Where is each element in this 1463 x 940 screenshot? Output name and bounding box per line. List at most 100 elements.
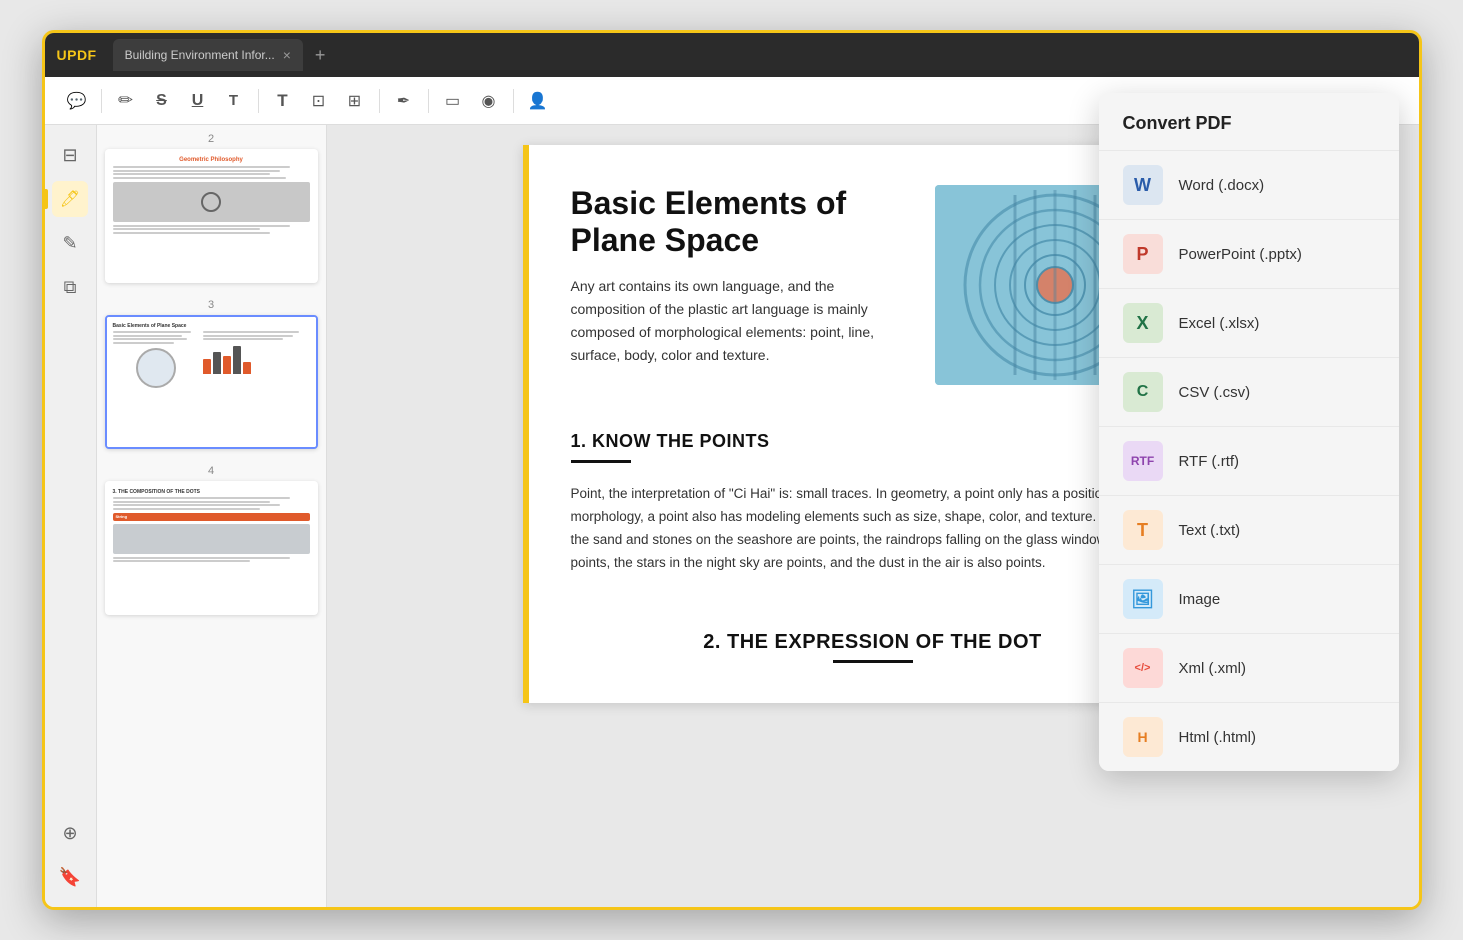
edit-icon: ✎	[62, 233, 77, 254]
draw-button[interactable]: ✒	[388, 85, 420, 117]
convert-panel-title: Convert PDF	[1099, 93, 1399, 150]
thumbnail-page-2-label: 2	[105, 133, 318, 145]
thumb2-lines2	[113, 225, 310, 234]
convert-image-label: Image	[1179, 591, 1221, 608]
convert-word-button[interactable]: W Word (.docx)	[1099, 150, 1399, 219]
csv-icon: C	[1123, 372, 1163, 412]
bookmark-sidebar-button[interactable]: 🔖	[52, 859, 88, 895]
convert-xml-button[interactable]: </> Xml (.xml)	[1099, 633, 1399, 702]
toolbar-separator-2	[258, 89, 259, 113]
thumbnail-page-3-label: 3	[105, 299, 318, 311]
user-button[interactable]: 👤	[522, 85, 554, 117]
convert-csv-label: CSV (.csv)	[1179, 384, 1251, 401]
pdf-page-content: Basic Elements of Plane Space Any art co…	[571, 185, 1175, 663]
toolbar-separator-3	[379, 89, 380, 113]
copy-icon: ⧉	[64, 277, 77, 298]
edit-sidebar-button[interactable]: ✎	[52, 225, 88, 261]
active-indicator	[45, 189, 49, 209]
html-icon: H	[1123, 717, 1163, 757]
bold-text-button[interactable]: T	[267, 85, 299, 117]
active-tab[interactable]: Building Environment Infor... ×	[113, 39, 303, 71]
convert-image-button[interactable]: 🖼 Image	[1099, 564, 1399, 633]
pdf-intro: Any art contains its own language, and t…	[571, 275, 911, 367]
highlight-sidebar-button[interactable]: 🖊	[52, 181, 88, 217]
thumbnail-page-4-frame: 3. THE COMPOSITION OF THE DOTS String	[105, 481, 318, 615]
convert-text-label: Text (.txt)	[1179, 522, 1241, 539]
pencil-button[interactable]: ✏	[110, 85, 142, 117]
rtf-icon: RTF	[1123, 441, 1163, 481]
color-picker-button[interactable]: ◉	[473, 85, 505, 117]
excel-icon: X	[1123, 303, 1163, 343]
table-button[interactable]: ⊞	[339, 85, 371, 117]
convert-ppt-label: PowerPoint (.pptx)	[1179, 246, 1302, 263]
convert-csv-button[interactable]: C CSV (.csv)	[1099, 357, 1399, 426]
thumbnail-page-4[interactable]: 4 3. THE COMPOSITION OF THE DOTS String	[105, 465, 318, 615]
new-tab-button[interactable]: +	[315, 45, 326, 66]
thumbnail-panel: 2 Geometric Philosophy	[97, 125, 327, 907]
left-sidebar: ⊟ 🖊 ✎ ⧉ ⊕ 🔖	[45, 125, 97, 907]
thumb4-image	[113, 524, 310, 554]
word-icon: W	[1123, 165, 1163, 205]
convert-excel-button[interactable]: X Excel (.xlsx)	[1099, 288, 1399, 357]
pdf-main-title: Basic Elements of Plane Space	[571, 185, 911, 259]
thumb4-string-label: String	[116, 514, 128, 519]
thumb3-right-col	[203, 331, 310, 392]
toolbar-separator-4	[428, 89, 429, 113]
thumb3-circle	[136, 348, 176, 388]
comment-button[interactable]: 💬	[61, 85, 93, 117]
highlight-sidebar-icon: 🖊	[60, 189, 80, 209]
xml-icon: </>	[1123, 648, 1163, 688]
underline-button[interactable]: U	[182, 85, 214, 117]
pdf-section1-text: Point, the interpretation of "Ci Hai" is…	[571, 483, 1175, 575]
thumbnails-icon: ⊟	[62, 145, 77, 166]
thumb2-lines	[113, 166, 310, 179]
convert-html-button[interactable]: H Html (.html)	[1099, 702, 1399, 771]
thumb2-image	[113, 182, 310, 222]
thumb2-title: Geometric Philosophy	[113, 157, 310, 163]
convert-text-button[interactable]: T Text (.txt)	[1099, 495, 1399, 564]
pdf-title-block: Basic Elements of Plane Space Any art co…	[571, 185, 911, 391]
strikethrough-button[interactable]: S	[146, 85, 178, 117]
copy-sidebar-button[interactable]: ⧉	[52, 269, 88, 305]
pdf-section1-heading: 1. KNOW THE POINTS	[571, 431, 1175, 452]
pdf-left-accent	[523, 145, 529, 703]
thumbnail-page-2-content: Geometric Philosophy	[107, 151, 316, 281]
pdf-section2-heading: 2. THE EXPRESSION OF THE DOT	[571, 631, 1175, 654]
thumb3-bars	[203, 344, 310, 374]
text-box-button[interactable]: ⊡	[303, 85, 335, 117]
thumbnail-page-4-content: 3. THE COMPOSITION OF THE DOTS String	[107, 483, 316, 613]
thumb4-orange-bar: String	[113, 513, 310, 521]
pdf-section1-block: 1. KNOW THE POINTS Point, the interpreta…	[571, 431, 1175, 575]
thumbnail-page-2-frame: Geometric Philosophy	[105, 149, 318, 283]
toolbar-separator-1	[101, 89, 102, 113]
thumb3-header: Basic Elements of Plane Space	[113, 323, 310, 329]
thumbnails-sidebar-button[interactable]: ⊟	[52, 137, 88, 173]
app-logo: UPDF	[57, 47, 97, 63]
tab-close-button[interactable]: ×	[283, 48, 291, 62]
convert-rtf-label: RTF (.rtf)	[1179, 453, 1240, 470]
text-button[interactable]: T	[218, 85, 250, 117]
thumb3-cols	[113, 331, 310, 392]
thumbnail-page-3[interactable]: 3 Basic Elements of Plane Space	[105, 299, 318, 449]
toolbar-separator-5	[513, 89, 514, 113]
thumb4-section: 3. THE COMPOSITION OF THE DOTS	[113, 489, 310, 495]
convert-word-label: Word (.docx)	[1179, 177, 1265, 194]
convert-rtf-button[interactable]: RTF RTF (.rtf)	[1099, 426, 1399, 495]
thumb3-left-col	[113, 331, 200, 392]
pdf-section2-underline	[833, 660, 913, 663]
title-bar: UPDF Building Environment Infor... × +	[45, 33, 1419, 77]
convert-html-label: Html (.html)	[1179, 729, 1257, 746]
layers-sidebar-button[interactable]: ⊕	[52, 815, 88, 851]
bookmark-icon: 🔖	[59, 867, 81, 888]
convert-pdf-panel: Convert PDF W Word (.docx) P PowerPoint …	[1099, 93, 1399, 771]
convert-excel-label: Excel (.xlsx)	[1179, 315, 1260, 332]
text-icon: T	[1123, 510, 1163, 550]
pdf-section2-block: 2. THE EXPRESSION OF THE DOT	[571, 631, 1175, 663]
convert-powerpoint-button[interactable]: P PowerPoint (.pptx)	[1099, 219, 1399, 288]
image-icon: 🖼	[1123, 579, 1163, 619]
shape-button[interactable]: ▭	[437, 85, 469, 117]
thumbnail-page-3-content: Basic Elements of Plane Space	[107, 317, 316, 447]
tab-title: Building Environment Infor...	[125, 48, 275, 62]
thumbnail-page-2[interactable]: 2 Geometric Philosophy	[105, 133, 318, 283]
convert-xml-label: Xml (.xml)	[1179, 660, 1247, 677]
